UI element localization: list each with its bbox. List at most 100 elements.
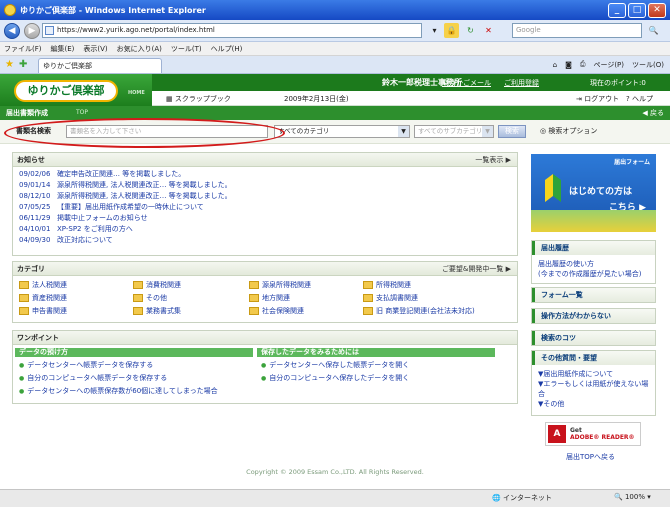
highlight-oval [4,118,285,148]
subcategory-select[interactable]: すべてのサブカテゴリ ▼ [414,125,494,138]
news-item[interactable]: 04/09/30 改正対応について [19,235,511,246]
menu-favorites[interactable]: お気に入り(A) [117,44,162,54]
news-more-link[interactable]: 一覧表示 ▶ [475,153,511,167]
search-icon[interactable]: 🔍 [646,23,661,38]
minimize-button[interactable]: _ [608,2,626,18]
feeds-icon[interactable]: ◙ [565,61,572,69]
news-text[interactable]: 源泉所得税関連, 法人税関連改正… 等を掲載しました。 [57,180,232,191]
faq-link[interactable]: ▼エラーもしくは用紙が使えない場合 [532,379,655,399]
site-logo[interactable]: ゆりかご倶楽部 [14,80,118,102]
category-more-link[interactable]: ご要望&開発中一覧 ▶ [442,262,511,276]
tab-label: ゆりかご倶楽部 [43,62,92,70]
onepoint-link[interactable]: データセンターへの帳票保存数が60個に達してしまった場合 [19,386,217,396]
back-link[interactable]: ◀ 戻る [642,108,664,118]
category-item[interactable]: 地方関連 [249,293,290,303]
forms-link[interactable]: フォーム一覧 [532,288,655,302]
category-item[interactable]: 社会保険関連 [249,306,304,316]
print-icon[interactable]: ⎙ [580,60,586,69]
menu-help[interactable]: ヘルプ(H) [211,44,243,54]
search-button[interactable]: 検索 [498,125,526,138]
zoom-control[interactable]: 🔍 100% ▾ [614,493,651,501]
site-logo-area[interactable]: ゆりかご倶楽部 HOME [0,74,152,106]
help-link[interactable]: ? ヘルプ [626,94,653,104]
category-select[interactable]: すべてのカテゴリ ▼ [274,125,410,138]
news-date: 09/01/14 [19,181,51,189]
app-icon [4,4,16,16]
back-button[interactable]: ◀ [4,22,20,39]
refresh-icon[interactable]: ↻ [463,23,478,38]
search-options-link[interactable]: ◎ 検索オプション [540,126,597,136]
onepoint-link[interactable]: データセンターへ帳票データを保存する [19,360,153,370]
header-top: 鈴木一郎税理士事務所 ゆりかごメール ご利用登録 現在のポイント:0 [152,74,670,91]
tips-box[interactable]: 検索のコツ [531,330,656,346]
news-text[interactable]: 【重要】届出用紙作成希望の一時休止について [57,202,204,213]
beginner-banner[interactable]: 届出フォーム はじめての方は こちら ▶ [531,154,656,232]
zone-label: インターネット [502,494,552,502]
category-item[interactable]: 申告書関連 [19,306,67,316]
dropdown-icon[interactable]: ▾ [427,23,442,38]
category-item[interactable]: 所得税関連 [363,280,411,290]
category-title: カテゴリ [17,265,45,273]
category-item[interactable]: 業務書式集 [133,306,181,316]
news-item[interactable]: 06/11/29 掲載中止フォームのお知らせ [19,213,511,224]
onepoint-panel: ワンポイント データの預け方 保存したデータをみるためには データセンターへ帳票… [12,330,518,404]
home-icon[interactable]: ⌂ [553,61,557,69]
faq-link[interactable]: ▼その他 [532,399,655,409]
breadcrumb[interactable]: TOP [76,109,88,116]
news-text[interactable]: 確定申告改正関連… 等を掲載しました。 [57,169,185,180]
register-link[interactable]: ご利用登録 [504,78,539,88]
howto-box[interactable]: 操作方法がわからない [531,308,656,324]
mail-link[interactable]: ゆりかごメール [442,78,491,88]
category-item[interactable]: 法人税関連 [19,280,67,290]
history-link[interactable]: 届出履歴の使い方 [532,259,655,269]
onepoint-link[interactable]: 自分のコンピュータへ保存したデータを開く [261,373,409,383]
menu-edit[interactable]: 編集(E) [51,44,75,54]
news-text[interactable]: XP-SP2 をご利用の方へ [57,224,133,235]
news-item[interactable]: 04/10/01 XP-SP2 をご利用の方へ [19,224,511,235]
category-item[interactable]: 資産税関連 [19,293,67,303]
onepoint-link[interactable]: 自分のコンピュータへ帳票データを保存する [19,373,167,383]
close-button[interactable]: ✕ [648,2,666,18]
news-item[interactable]: 08/12/10 源泉所得税関連, 法人税関連改正… 等を掲載しました。 [19,191,511,202]
page-menu[interactable]: ページ(P) [593,60,624,70]
faq-box: その他質問・要望 ▼届出用紙作成について ▼エラーもしくは用紙が使えない場合 ▼… [531,350,656,416]
lock-icon[interactable]: 🔒 [444,23,459,38]
favorites-star-icon[interactable]: ★ [5,59,14,70]
category-item[interactable]: 旧 商業登記関連(会社法未対応) [363,306,475,316]
scrapbook-link[interactable]: ▦ スクラップブック [166,94,231,104]
tips-link[interactable]: 検索のコツ [532,331,655,345]
add-favorite-icon[interactable]: ✚ [19,59,27,70]
news-text[interactable]: 改正対応について [57,235,113,246]
history-note[interactable]: (今までの作成履歴が見たい場合) [532,269,655,279]
browser-tab[interactable]: ゆりかご倶楽部 [38,58,162,73]
forward-button[interactable]: ▶ [24,22,40,39]
news-item[interactable]: 07/05/25 【重要】届出用紙作成希望の一時休止について [19,202,511,213]
tools-menu[interactable]: ツール(O) [632,60,664,70]
address-input[interactable]: https://www2.yurik.ago.net/portal/index.… [42,23,422,38]
home-link[interactable]: HOME [128,90,145,96]
category-item[interactable]: その他 [133,293,167,303]
news-date: 08/12/10 [19,192,51,200]
howto-link[interactable]: 操作方法がわからない [532,309,655,323]
adobe-reader-banner[interactable]: A Get ADOBE® READER® [545,422,641,446]
status-bar: 🌐 インターネット 🔍 100% ▾ [0,489,670,507]
category-item[interactable]: 支払調書関連 [363,293,418,303]
onepoint-link[interactable]: データセンターへ保存した帳票データを開く [261,360,409,370]
web-search-input[interactable]: Google [512,23,642,38]
faq-link[interactable]: ▼届出用紙作成について [532,369,655,379]
logout-link[interactable]: ⇥ ログアウト [576,94,619,104]
category-item[interactable]: 消費税関連 [133,280,181,290]
maximize-button[interactable]: □ [628,2,646,18]
news-date: 07/05/25 [19,203,51,211]
stop-icon[interactable]: ✕ [481,23,496,38]
forms-box[interactable]: フォーム一覧 [531,287,656,303]
category-item[interactable]: 源泉所得税関連 [249,280,311,290]
menu-tools[interactable]: ツール(T) [171,44,202,54]
menu-file[interactable]: ファイル(F) [4,44,42,54]
back-top-link[interactable]: 届出TOPへ戻る [566,452,615,462]
news-item[interactable]: 09/01/14 源泉所得税関連, 法人税関連改正… 等を掲載しました。 [19,180,511,191]
news-text[interactable]: 源泉所得税関連, 法人税関連改正… 等を掲載しました。 [57,191,232,202]
news-text[interactable]: 掲載中止フォームのお知らせ [57,213,148,224]
news-item[interactable]: 09/02/06 確定申告改正関連… 等を掲載しました。 [19,169,511,180]
menu-view[interactable]: 表示(V) [83,44,107,54]
